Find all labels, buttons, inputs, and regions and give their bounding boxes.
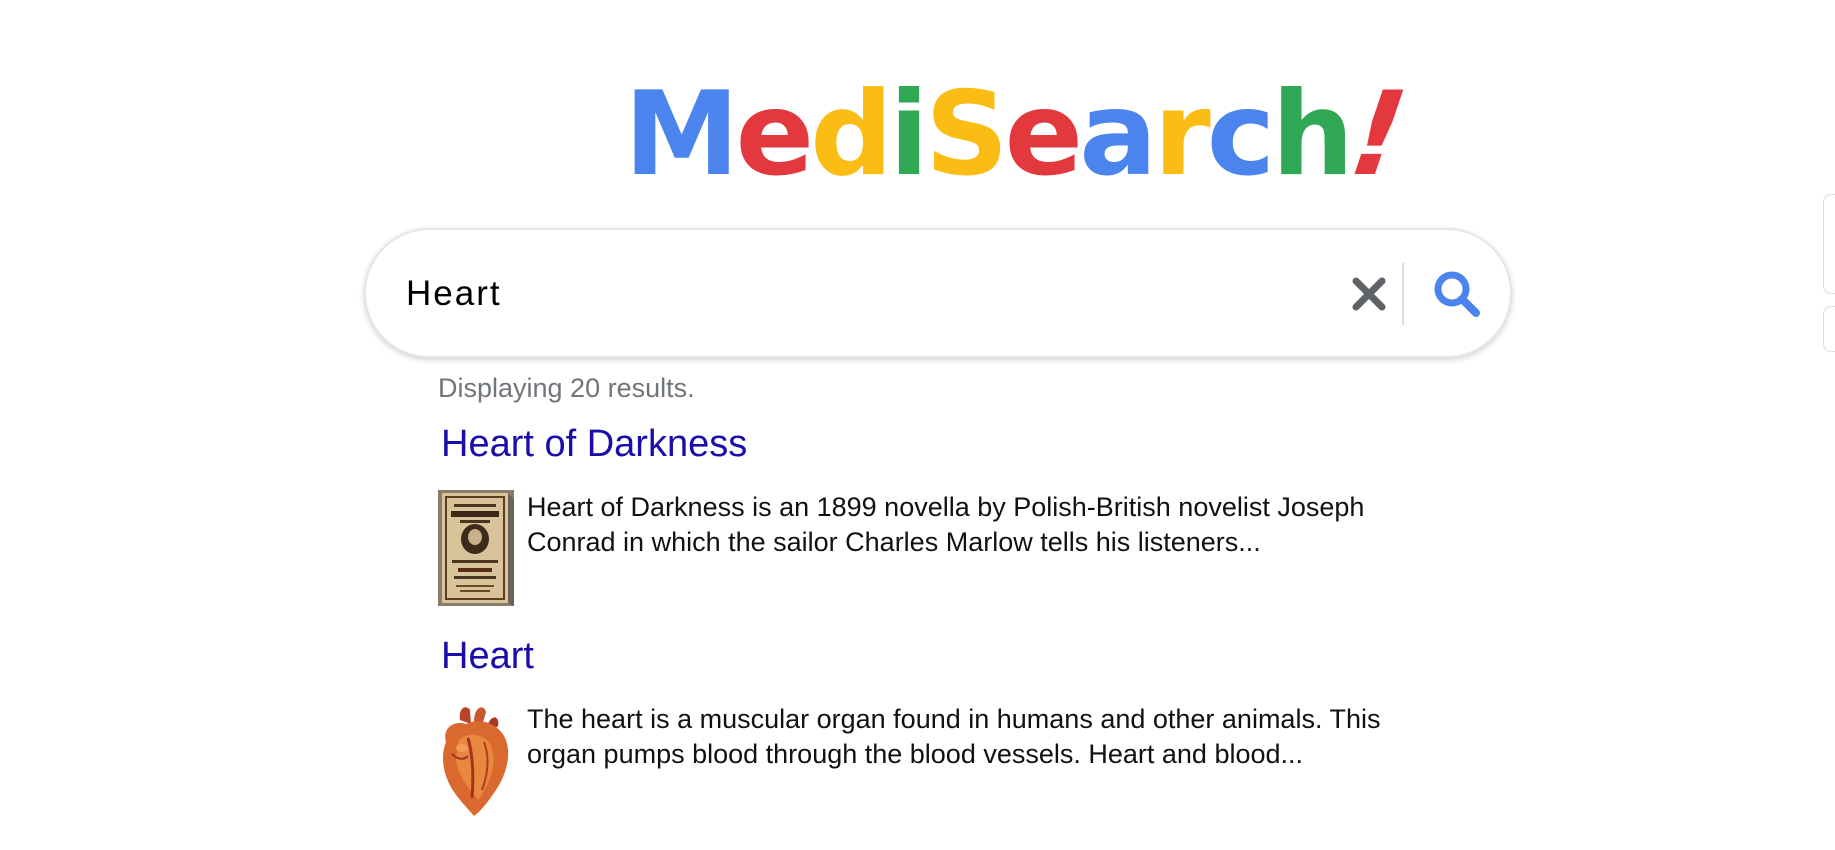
side-panel-tab[interactable] [1823, 306, 1835, 352]
logo-letter: d [810, 67, 893, 202]
search-icon [1434, 271, 1480, 317]
logo-letter: r [1153, 67, 1210, 202]
search-button[interactable] [1426, 263, 1488, 325]
logo-letter: e [1004, 67, 1083, 202]
logo-letter: e [735, 67, 814, 202]
result-snippet: The heart is a muscular organ found in h… [527, 704, 1381, 769]
search-result: Heart The heart is a muscular organ foun… [438, 635, 1418, 818]
results-count: Displaying 20 results. [438, 373, 695, 403]
search-bar [364, 228, 1512, 358]
search-divider [1402, 263, 1404, 325]
search-result: Heart of Darkness Heart of Darkness is a… [438, 423, 1418, 606]
heart-thumbnail[interactable] [438, 702, 514, 818]
book-cover-thumbnail[interactable] [438, 490, 514, 606]
search-input[interactable] [406, 260, 1256, 328]
logo-letter: c [1206, 67, 1276, 202]
close-icon [1352, 277, 1386, 311]
clear-search-button[interactable] [1342, 267, 1396, 321]
medisearch-logo: MediSearch! [624, 67, 1410, 202]
result-snippet: Heart of Darkness is an 1899 novella by … [527, 492, 1365, 557]
side-panel-tab[interactable] [1823, 194, 1835, 294]
logo-letter: i [889, 67, 929, 202]
result-title-link[interactable]: Heart of Darkness [441, 423, 747, 466]
logo-letter: a [1079, 67, 1157, 202]
logo-letter: S [924, 67, 1009, 202]
logo-letter: M [624, 67, 739, 202]
logo-exclamation: ! [1342, 67, 1411, 202]
result-title-link[interactable]: Heart [441, 635, 534, 678]
logo-letter: h [1271, 67, 1354, 202]
